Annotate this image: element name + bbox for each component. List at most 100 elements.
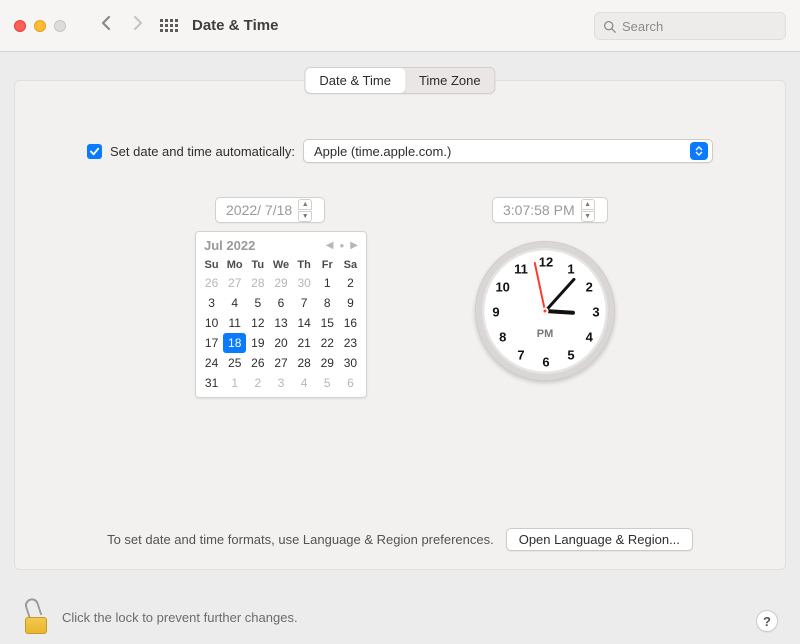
time-field[interactable]: 3:07:58 PM ▲ ▼ xyxy=(492,197,608,223)
calendar-day[interactable]: 9 xyxy=(339,293,362,313)
time-step-up[interactable]: ▲ xyxy=(581,199,595,210)
forward-button[interactable] xyxy=(122,14,154,37)
date-value: 2022/ 7/18 xyxy=(226,202,292,218)
calendar-day[interactable]: 5 xyxy=(246,293,269,313)
calendar-today-icon[interactable]: ● xyxy=(339,241,344,250)
calendar-day[interactable]: 2 xyxy=(339,273,362,293)
date-field[interactable]: 2022/ 7/18 ▲ ▼ xyxy=(215,197,325,223)
help-button[interactable]: ? xyxy=(756,610,778,632)
calendar-dow: We xyxy=(269,257,292,273)
calendar-day[interactable]: 15 xyxy=(316,313,339,333)
clock-numeral: 5 xyxy=(567,348,574,363)
calendar-dow: Sa xyxy=(339,257,362,273)
calendar-day[interactable]: 27 xyxy=(269,353,292,373)
time-step-down[interactable]: ▼ xyxy=(581,211,595,222)
ampm-label: PM xyxy=(537,328,554,340)
calendar-day[interactable]: 7 xyxy=(293,293,316,313)
calendar-dow: Su xyxy=(200,257,223,273)
calendar-dow: Mo xyxy=(223,257,246,273)
clock-numeral: 10 xyxy=(495,280,509,295)
clock-numeral: 2 xyxy=(586,280,593,295)
calendar-day[interactable]: 31 xyxy=(200,373,223,393)
calendar-day[interactable]: 1 xyxy=(316,273,339,293)
calendar-grid: SuMoTuWeThFrSa26272829301234567891011121… xyxy=(200,257,362,393)
footer-row: To set date and time formats, use Langua… xyxy=(15,528,785,551)
auto-checkbox[interactable] xyxy=(87,144,102,159)
window-title: Date & Time xyxy=(192,17,278,34)
back-button[interactable] xyxy=(90,14,122,37)
date-step-up[interactable]: ▲ xyxy=(298,199,312,210)
clock-numeral: 7 xyxy=(517,348,524,363)
lock-text: Click the lock to prevent further change… xyxy=(62,610,298,625)
calendar-day[interactable]: 29 xyxy=(316,353,339,373)
calendar-day[interactable]: 12 xyxy=(246,313,269,333)
time-server-value: Apple (time.apple.com.) xyxy=(314,144,451,159)
calendar-day[interactable]: 18 xyxy=(223,333,246,353)
calendar-day[interactable]: 24 xyxy=(200,353,223,373)
calendar-day: 1 xyxy=(223,373,246,393)
calendar[interactable]: Jul 2022 ◀ ● ▶ SuMoTuWeThFrSa26272829301… xyxy=(195,231,367,398)
clock-numeral: 3 xyxy=(592,305,599,320)
tab-date-time[interactable]: Date & Time xyxy=(305,68,405,93)
calendar-day[interactable]: 13 xyxy=(269,313,292,333)
calendar-day: 29 xyxy=(269,273,292,293)
open-language-region-button[interactable]: Open Language & Region... xyxy=(506,528,693,551)
show-all-prefs-button[interactable] xyxy=(160,19,178,32)
calendar-day[interactable]: 6 xyxy=(269,293,292,313)
calendar-day: 5 xyxy=(316,373,339,393)
calendar-day: 28 xyxy=(246,273,269,293)
calendar-title: Jul 2022 xyxy=(204,238,255,253)
calendar-next-icon[interactable]: ▶ xyxy=(350,240,358,251)
calendar-day[interactable]: 11 xyxy=(223,313,246,333)
clock-numeral: 9 xyxy=(492,305,499,320)
calendar-day[interactable]: 4 xyxy=(223,293,246,313)
calendar-prev-icon[interactable]: ◀ xyxy=(326,240,334,251)
lock-row: Click the lock to prevent further change… xyxy=(22,600,778,634)
calendar-day: 2 xyxy=(246,373,269,393)
clock-numeral: 6 xyxy=(542,355,549,370)
close-window-button[interactable] xyxy=(14,20,26,32)
auto-checkbox-wrap: Set date and time automatically: xyxy=(87,144,295,159)
lock-icon[interactable] xyxy=(22,600,50,634)
clock-numeral: 8 xyxy=(499,330,506,345)
clock-numeral: 1 xyxy=(567,261,574,276)
time-server-combo[interactable]: Apple (time.apple.com.) xyxy=(303,139,713,163)
preference-panel: Date & Time Time Zone Set date and time … xyxy=(14,80,786,570)
calendar-day[interactable]: 3 xyxy=(200,293,223,313)
minimize-window-button[interactable] xyxy=(34,20,46,32)
search-field[interactable]: Search xyxy=(594,12,786,40)
calendar-day[interactable]: 25 xyxy=(223,353,246,373)
calendar-day[interactable]: 21 xyxy=(293,333,316,353)
calendar-day[interactable]: 17 xyxy=(200,333,223,353)
chevron-up-down-icon xyxy=(690,142,708,160)
auto-label: Set date and time automatically: xyxy=(110,144,295,159)
calendar-day[interactable]: 28 xyxy=(293,353,316,373)
calendar-day: 27 xyxy=(223,273,246,293)
calendar-nav: ◀ ● ▶ xyxy=(326,240,358,251)
footer-note: To set date and time formats, use Langua… xyxy=(107,532,494,547)
zoom-window-button xyxy=(54,20,66,32)
calendar-day[interactable]: 8 xyxy=(316,293,339,313)
window-controls xyxy=(14,20,66,32)
calendar-day[interactable]: 22 xyxy=(316,333,339,353)
date-step-down[interactable]: ▼ xyxy=(298,211,312,222)
calendar-day[interactable]: 23 xyxy=(339,333,362,353)
calendar-dow: Th xyxy=(293,257,316,273)
calendar-day: 3 xyxy=(269,373,292,393)
calendar-day[interactable]: 19 xyxy=(246,333,269,353)
calendar-dow: Fr xyxy=(316,257,339,273)
calendar-dow: Tu xyxy=(246,257,269,273)
titlebar: Date & Time Search xyxy=(0,0,800,52)
calendar-day[interactable]: 30 xyxy=(339,353,362,373)
calendar-day[interactable]: 16 xyxy=(339,313,362,333)
calendar-header: Jul 2022 ◀ ● ▶ xyxy=(200,238,362,257)
calendar-day[interactable]: 20 xyxy=(269,333,292,353)
date-field-wrap: 2022/ 7/18 ▲ ▼ xyxy=(215,197,325,223)
tab-time-zone[interactable]: Time Zone xyxy=(405,68,495,93)
calendar-day[interactable]: 26 xyxy=(246,353,269,373)
calendar-day[interactable]: 14 xyxy=(293,313,316,333)
search-icon xyxy=(603,20,616,33)
calendar-day: 26 xyxy=(200,273,223,293)
auto-row: Set date and time automatically: Apple (… xyxy=(87,139,713,163)
calendar-day[interactable]: 10 xyxy=(200,313,223,333)
